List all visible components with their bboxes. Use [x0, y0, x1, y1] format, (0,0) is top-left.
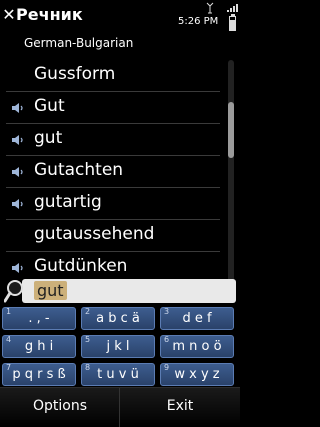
scrollbar[interactable] — [228, 60, 234, 285]
list-item[interactable]: gut — [6, 124, 220, 156]
list-item[interactable]: gutartig — [6, 188, 220, 220]
search-icon — [4, 280, 23, 303]
itu-keypad: 1 . , - 2 a b c ä 3 d e f 4 g h i 5 j k … — [2, 307, 238, 387]
key-label: m n o ö — [172, 339, 222, 354]
exit-softkey[interactable]: Exit — [120, 398, 240, 414]
speaker-icon — [12, 199, 23, 209]
word-label: gutaussehend — [34, 224, 155, 244]
key-7[interactable]: 7 p q r s ß — [2, 363, 76, 386]
battery-icon — [228, 14, 238, 32]
key-label: j k l — [106, 339, 130, 354]
speaker-icon — [12, 263, 23, 273]
key-label: g h i — [24, 339, 54, 354]
key-3[interactable]: 3 d e f — [160, 307, 234, 330]
list-item[interactable]: Gutdünken — [6, 252, 220, 273]
key-6[interactable]: 6 m n o ö — [160, 335, 234, 358]
word-label: gut — [34, 128, 63, 148]
speaker-icon — [12, 103, 23, 113]
key-label: . , - — [28, 311, 50, 326]
word-label: gutartig — [34, 192, 102, 212]
speaker-icon — [12, 135, 23, 145]
close-icon[interactable]: ✕ — [2, 7, 16, 23]
signal-icon — [227, 4, 238, 12]
key-4[interactable]: 4 g h i — [2, 335, 76, 358]
speaker-icon — [12, 167, 23, 177]
key-2[interactable]: 2 a b c ä — [81, 307, 155, 330]
key-label: a b c ä — [96, 311, 140, 326]
status-time: 5:26 PM — [178, 16, 219, 27]
list-item[interactable]: Gussform — [6, 60, 220, 92]
list-item[interactable]: Gut — [6, 92, 220, 124]
scrollbar-thumb[interactable] — [228, 102, 234, 158]
network-icon — [206, 2, 214, 14]
softkey-bar: Options Exit — [0, 387, 240, 427]
word-label: Gut — [34, 96, 65, 116]
word-label: Gutachten — [34, 160, 124, 180]
key-8[interactable]: 8 t u v ü — [81, 363, 155, 386]
key-5[interactable]: 5 j k l — [81, 335, 155, 358]
list-item[interactable]: gutaussehend — [6, 220, 220, 252]
app-title: Речник — [16, 5, 83, 24]
search-input[interactable]: gut — [22, 279, 236, 303]
list-item[interactable]: Gutachten — [6, 156, 220, 188]
key-label: d e f — [182, 311, 212, 326]
key-label: p q r s ß — [12, 367, 66, 382]
word-list: Gussform Gut gut Gutachten gutartig guta… — [0, 60, 226, 273]
dictionary-direction: German-Bulgarian — [24, 36, 134, 50]
key-9[interactable]: 9 w x y z — [160, 363, 234, 386]
key-label: t u v ü — [97, 367, 139, 382]
search-bar: gut — [4, 278, 238, 304]
word-label: Gussform — [34, 64, 116, 84]
key-1[interactable]: 1 . , - — [2, 307, 76, 330]
search-text: gut — [34, 281, 67, 300]
word-label: Gutdünken — [34, 256, 128, 273]
key-label: w x y z — [174, 367, 220, 382]
status-bar: ✕ Речник 5:26 PM — [0, 0, 240, 32]
options-softkey[interactable]: Options — [0, 398, 120, 414]
